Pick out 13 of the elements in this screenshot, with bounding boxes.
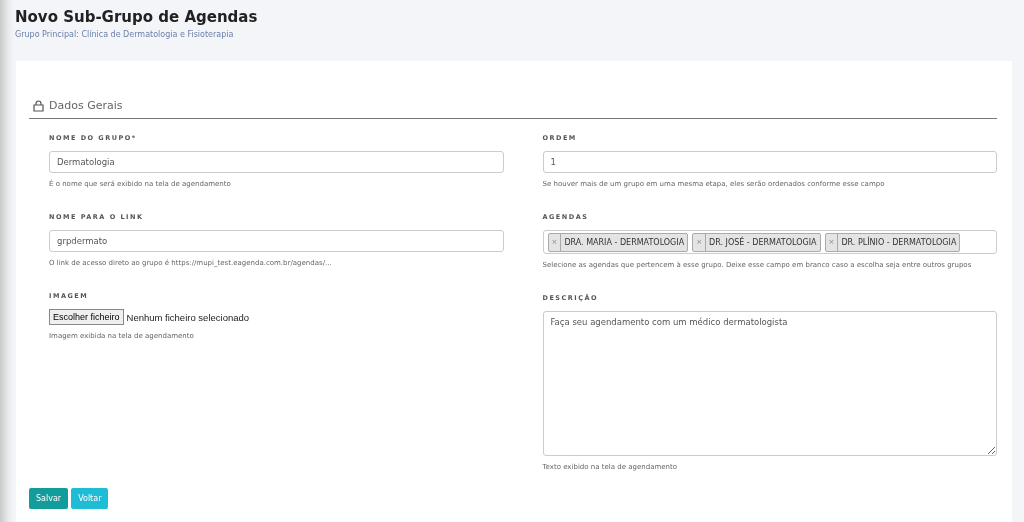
tag: DR. JOSÉ - DERMATOLOGIA — [706, 237, 820, 247]
input-field[interactable]: grpdermato — [49, 230, 504, 252]
page-subtitle: Grupo Principal: Clínica de Dermatologia e Fisioterapia — [15, 30, 235, 39]
tag: DR. PLÍNIO - DERMATOLOGIA — [838, 237, 960, 247]
file-status: Nenhum ficheiro selecionado — [126, 311, 250, 323]
lock-icon — [33, 99, 44, 112]
page-title: Novo Sub-Grupo de Agendas — [15, 8, 259, 26]
tag: DRA. MARIA - DERMATOLOGIA — [561, 237, 688, 247]
input-field[interactable]: Dermatologia — [49, 151, 504, 173]
input-field[interactable]: 1 — [542, 151, 997, 173]
section-title: Dados Gerais — [49, 99, 123, 112]
choose-file-button[interactable]: Escolher ficheiro — [49, 309, 124, 325]
description-field[interactable]: Faça seu agendamento com um médico dermatologista — [542, 311, 997, 456]
